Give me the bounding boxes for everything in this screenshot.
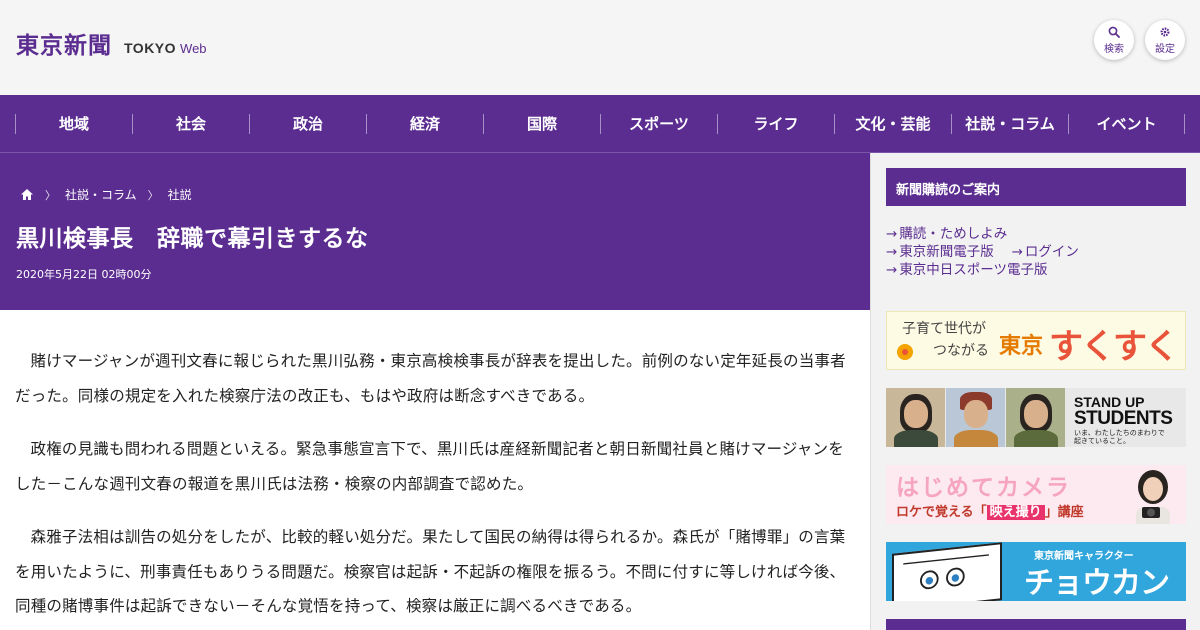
banner-text: つながる: [933, 343, 989, 359]
settings-button[interactable]: 設定: [1145, 20, 1185, 60]
nav-item-events[interactable]: イベント: [1068, 113, 1185, 134]
stand-up-students-banner[interactable]: STAND UP STUDENTS いま、わたしたちのまわりで 起きていること。: [886, 388, 1186, 447]
chokanzu-banner[interactable]: 東京新聞キャラクター チョウカンヌ: [886, 542, 1186, 601]
digital-edition-label: 東京新聞電子版: [899, 244, 994, 260]
breadcrumb-separator: 〉: [45, 188, 56, 202]
article-paragraph: 賭けマージャンが週刊文春に報じられた黒川弘務・東京高検検事長が辞表を提出した。前…: [15, 352, 846, 405]
banner-title: すくすく: [1049, 327, 1179, 367]
breadcrumb: 〉 社説・コラム 〉 社説: [20, 186, 192, 203]
nav-item-culture[interactable]: 文化・芸能: [834, 113, 951, 134]
nav-item-sports[interactable]: スポーツ: [600, 113, 717, 134]
subscription-heading: 新聞購読のご案内: [886, 168, 1186, 206]
breadcrumb-item-editorial[interactable]: 社説: [168, 186, 192, 203]
nav-item-economy[interactable]: 経済: [366, 113, 483, 134]
logo-web: Web: [180, 41, 207, 56]
sidebar: 新聞購読のご案内 → 購読・ためしよみ → 東京新聞電子版 → ログイン → 東京中日ス…: [870, 153, 1200, 630]
banner-text: いま、わたしたちのまわりで 起きていること。: [1074, 429, 1165, 445]
student-photo: [946, 388, 1005, 447]
nav-item-region[interactable]: 地域: [15, 113, 132, 134]
site-logo[interactable]: 東京新聞 TOKYO Web: [16, 26, 207, 60]
banner-title: STUDENTS: [1074, 408, 1173, 429]
arrow-right-icon: →: [886, 226, 898, 242]
arrow-right-icon: →: [886, 262, 898, 278]
sukusuku-banner[interactable]: 子育て世代が つながる 東京 すくすく: [886, 311, 1186, 370]
next-banner-partial[interactable]: [886, 619, 1186, 630]
article-title: 黒川検事長 辞職で幕引きするな: [16, 226, 369, 252]
banner-brand: 東京: [999, 334, 1044, 359]
subscribe-link-label: 購読・ためしよみ: [899, 226, 1008, 242]
newspaper-character-illustration: [892, 542, 1002, 601]
arrow-right-icon: →: [886, 244, 898, 260]
article-header: 〉 社説・コラム 〉 社説 黒川検事長 辞職で幕引きするな 2020年5月22日…: [0, 153, 870, 310]
chunichi-sports-link[interactable]: → 東京中日スポーツ電子版: [886, 262, 1048, 278]
site-header: 東京新聞 TOKYO Web 検索 設定: [0, 0, 1200, 95]
subscription-links: → 購読・ためしよみ → 東京新聞電子版 → ログイン → 東京中日スポーツ電子版: [886, 225, 1079, 279]
camera-course-banner[interactable]: はじめてカメラ ロケで覚える「 映え撮り 」講座: [886, 465, 1186, 524]
chunichi-sports-label: 東京中日スポーツ電子版: [899, 262, 1048, 278]
nav-item-life[interactable]: ライフ: [717, 113, 834, 134]
breadcrumb-separator: 〉: [147, 188, 159, 202]
student-photo: [1006, 388, 1065, 447]
article-body: 賭けマージャンが週刊文春に報じられた黒川弘務・東京高検検事長が辞表を提出した。前…: [0, 310, 870, 630]
banner-highlight: 映え撮り: [986, 505, 1045, 520]
subscribe-link[interactable]: → 購読・ためしよみ: [886, 226, 1007, 242]
banner-title: はじめてカメラ: [896, 475, 1071, 501]
nav-item-international[interactable]: 国際: [483, 113, 600, 134]
banner-subtext: ロケで覚える「: [896, 505, 987, 520]
banner-subtext: 起きていること。: [1074, 437, 1130, 445]
banner-subtext: いま、わたしたちのまわりで: [1074, 429, 1165, 437]
student-photo: [886, 388, 945, 447]
main-nav: 地域 社会 政治 経済 国際 スポーツ ライフ 文化・芸能 社説・コラム イベン…: [0, 95, 1200, 153]
banner-text: 子育て世代が: [902, 321, 986, 337]
arrow-right-icon: →: [1011, 244, 1023, 260]
search-label: 検索: [1104, 43, 1124, 55]
login-link[interactable]: → ログイン: [1012, 244, 1079, 260]
article-paragraph: 政権の見識も問われる問題といえる。緊急事態宣言下で、黒川氏は産経新聞記者と朝日新…: [15, 440, 844, 493]
logo-english: TOKYO: [124, 40, 177, 56]
breadcrumb-item-editorial-column[interactable]: 社説・コラム: [65, 186, 137, 203]
girl-with-camera-illustration: [1136, 470, 1170, 524]
search-icon: [1108, 26, 1120, 38]
home-icon[interactable]: [20, 188, 34, 201]
settings-label: 設定: [1155, 43, 1175, 55]
banner-title: チョウカンヌ: [1024, 566, 1170, 601]
nav-item-society[interactable]: 社会: [132, 113, 249, 134]
article-date: 2020年5月22日 02時00分: [16, 268, 152, 281]
nav-item-politics[interactable]: 政治: [249, 113, 366, 134]
banner-text: ロケで覚える「 映え撮り 」講座: [896, 501, 1084, 520]
logo-japanese: 東京新聞: [16, 32, 112, 59]
nav-item-editorial[interactable]: 社説・コラム: [951, 113, 1068, 134]
gear-icon: [1160, 26, 1170, 37]
banner-subtext: 」講座: [1044, 505, 1084, 520]
article-paragraph: 森雅子法相は訓告の処分をしたが、比較的軽い処分だ。果たして国民の納得は得られるか…: [15, 528, 846, 615]
digital-edition-link[interactable]: → 東京新聞電子版: [886, 244, 994, 260]
login-label: ログイン: [1024, 244, 1079, 260]
search-button[interactable]: 検索: [1094, 20, 1134, 60]
flower-icon: [897, 344, 913, 360]
